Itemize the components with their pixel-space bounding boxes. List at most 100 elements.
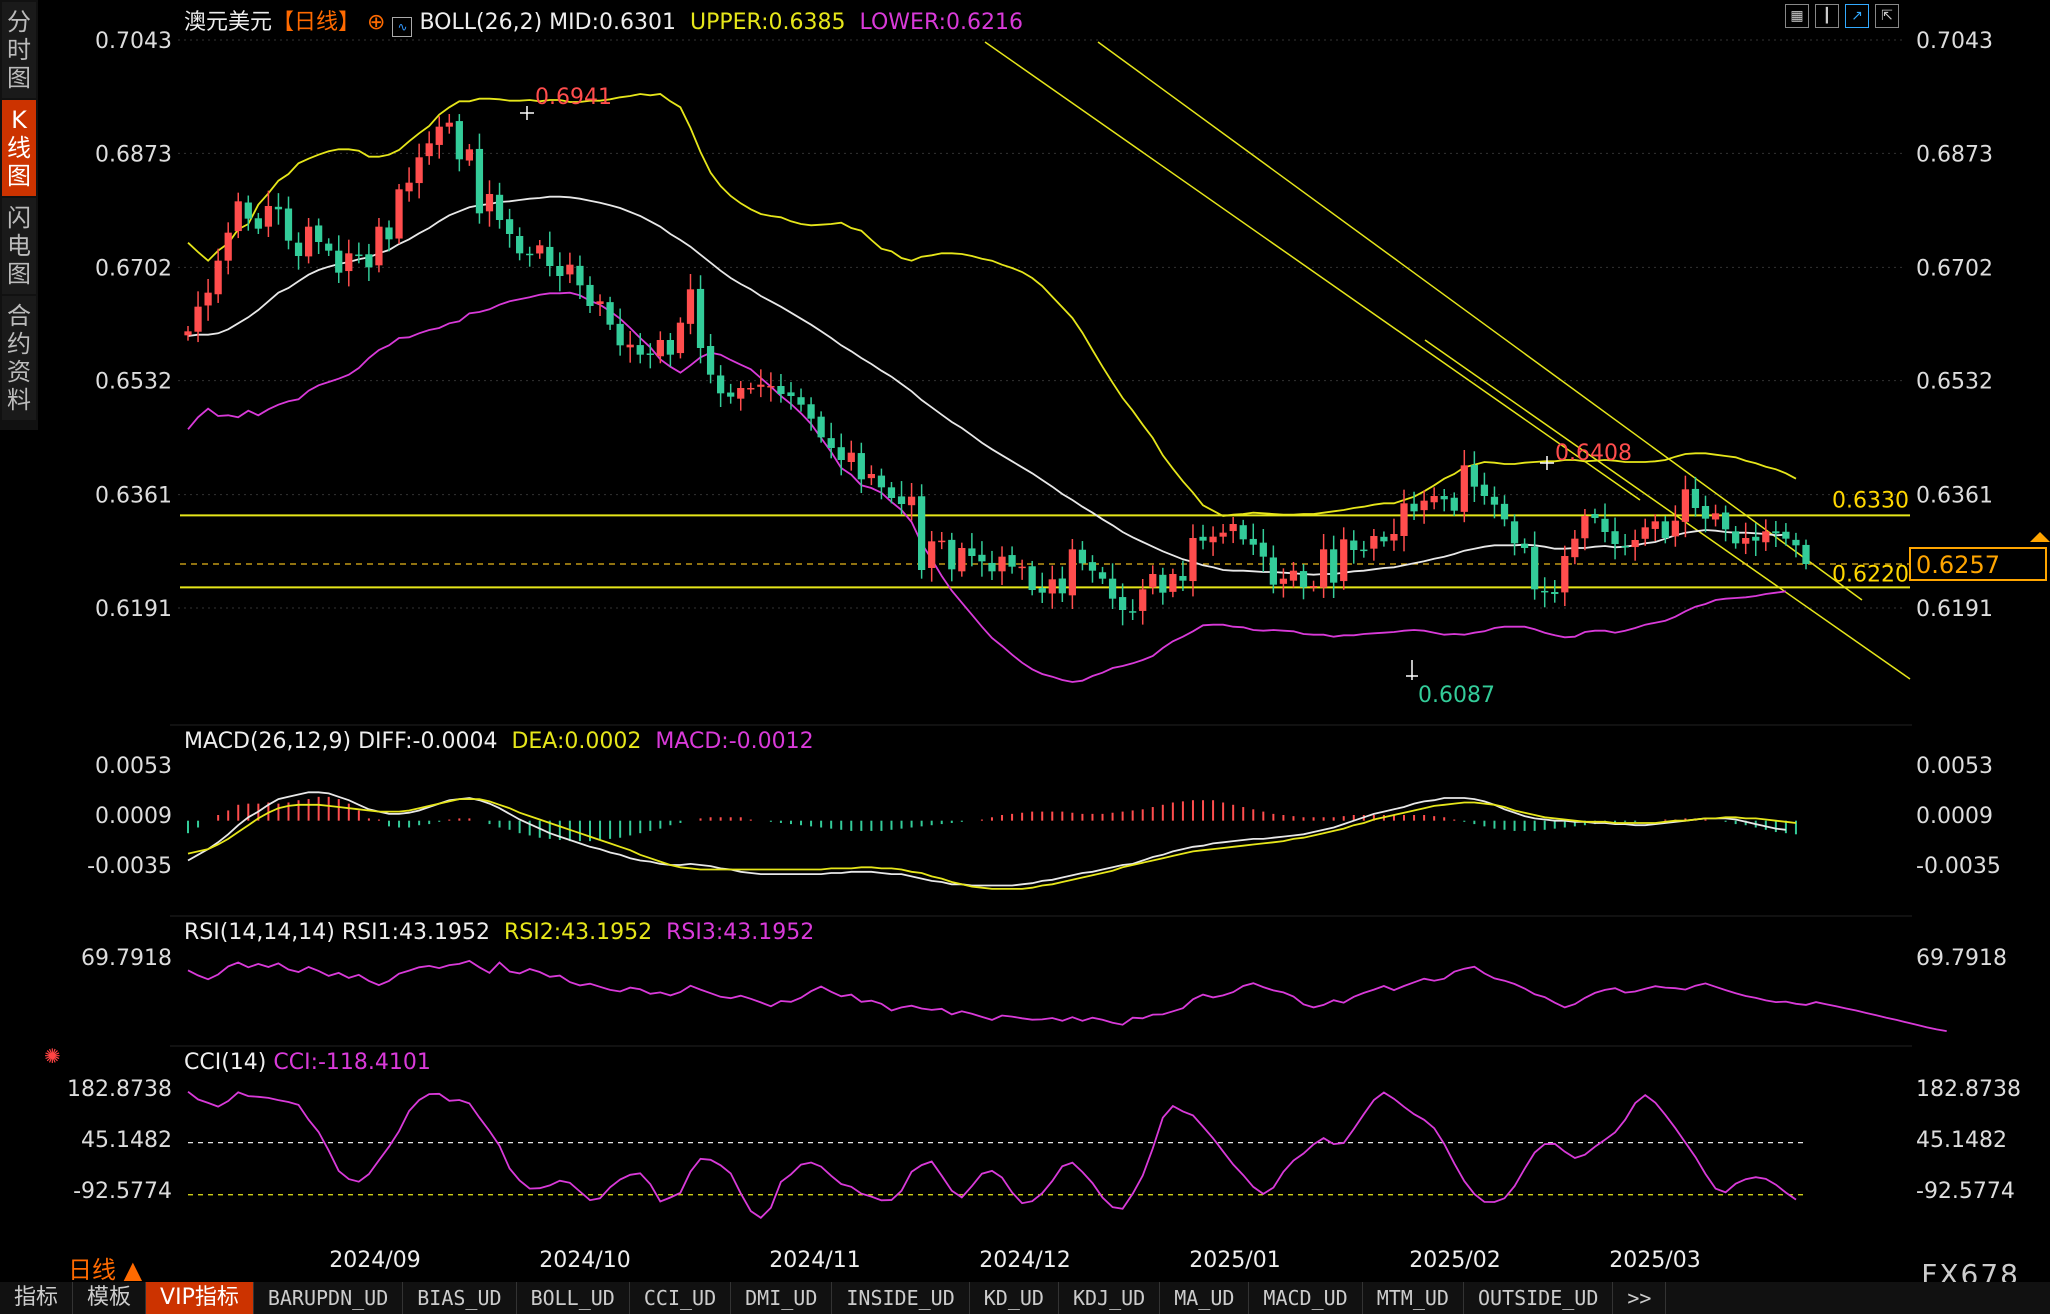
period-selector[interactable]: 日线 ▲ <box>68 1250 142 1285</box>
candle-body <box>1139 589 1147 611</box>
candle-body <box>536 245 544 254</box>
boll-lower-line <box>187 291 1787 683</box>
candle-body <box>978 554 986 562</box>
candle-body <box>485 194 494 212</box>
candle-body <box>1591 514 1599 518</box>
candle-body <box>1299 571 1308 588</box>
tab-more[interactable]: >> <box>1613 1282 1667 1314</box>
candle-body <box>1119 597 1127 610</box>
candle-body <box>546 246 554 266</box>
tab-kd[interactable]: KD_UD <box>970 1282 1059 1314</box>
cci-axis-label-left: 45.1482 <box>81 1128 172 1153</box>
tab-vip-indicators[interactable]: VIP指标 <box>146 1282 254 1314</box>
candle-body <box>1018 566 1026 569</box>
candle-body <box>1149 574 1157 588</box>
candle-body <box>385 227 393 240</box>
cci-axis-label-right: 45.1482 <box>1916 1128 2007 1153</box>
macd-axis-label-right: 0.0053 <box>1916 754 1993 779</box>
candle-body <box>867 474 875 479</box>
tab-templates[interactable]: 模板 <box>73 1282 147 1314</box>
candle-body <box>1782 531 1790 539</box>
price-axis-label-left: 0.6532 <box>95 370 172 395</box>
candle-body <box>887 487 896 498</box>
tab-bias[interactable]: BIAS_UD <box>403 1282 517 1314</box>
rsi-label: RSI(14,14,14) <box>184 920 335 945</box>
candle-body <box>656 340 664 357</box>
tab-mtm[interactable]: MTM_UD <box>1363 1282 1464 1314</box>
candle-body <box>1792 539 1800 546</box>
candle-body <box>817 416 825 438</box>
rsi1-value: RSI1:43.1952 <box>341 920 490 945</box>
candle-body <box>234 201 242 232</box>
candle-body <box>797 397 805 405</box>
candle-body <box>1098 572 1107 579</box>
candle-body <box>1571 538 1579 558</box>
tab-inside[interactable]: INSIDE_UD <box>832 1282 970 1314</box>
candle-body <box>968 548 976 556</box>
candle-body <box>445 122 453 127</box>
macd-diff: DIFF:-0.0004 <box>358 729 498 754</box>
cci-axis-label-left: -92.5774 <box>73 1179 172 1204</box>
candle-body <box>566 264 574 275</box>
candle-body <box>1470 464 1478 487</box>
candle-body <box>1249 538 1257 545</box>
candle-body <box>1289 570 1298 581</box>
candle-icon[interactable]: ┃ <box>1815 4 1839 28</box>
candle-body <box>204 292 212 306</box>
tab-kdj[interactable]: KDJ_UD <box>1059 1282 1161 1314</box>
tab-dmi[interactable]: DMI_UD <box>731 1282 833 1314</box>
rsi2-value: RSI2:43.1952 <box>504 920 653 945</box>
candle-body <box>988 562 996 572</box>
candle-body <box>425 143 433 157</box>
tab-ma[interactable]: MA_UD <box>1160 1282 1250 1314</box>
candle-body <box>1531 546 1539 590</box>
candle-body <box>375 226 383 266</box>
tab-boll[interactable]: BOLL_UD <box>517 1282 630 1314</box>
candle-body <box>505 219 514 234</box>
tab-barupdn[interactable]: BARUPDN_UD <box>254 1282 404 1314</box>
tab-cci[interactable]: CCI_UD <box>630 1282 732 1314</box>
tab-indicators[interactable]: 指标 <box>0 1282 74 1314</box>
candle-body <box>1701 506 1710 519</box>
candle-body <box>214 260 222 295</box>
tab-macd[interactable]: MACD_UD <box>1249 1282 1363 1314</box>
candle-body <box>1450 497 1458 511</box>
period-selector-label: 日线 <box>68 1256 116 1284</box>
candle-body <box>405 182 413 192</box>
candle-body <box>1510 521 1519 544</box>
candle-body <box>1691 488 1700 508</box>
candle-body <box>948 539 956 570</box>
candle-body <box>1259 542 1267 557</box>
candle-body <box>717 375 725 394</box>
candle-body <box>897 496 906 504</box>
line-chart-icon[interactable]: ↗ <box>1845 4 1869 28</box>
candle-body <box>315 225 323 242</box>
main-header: 澳元美元【日线】 ⊕ ∿ BOLL(26,2) MID:0.6301 UPPER… <box>184 4 1023 37</box>
candle-body <box>435 126 443 145</box>
date-axis-label: 2025/01 <box>1189 1248 1280 1273</box>
cci-axis-label-right: 182.8738 <box>1916 1077 2021 1102</box>
expand-icon[interactable]: ⇱ <box>1875 4 1899 28</box>
candle-body <box>928 541 936 568</box>
caret-up-icon: ▲ <box>123 1256 143 1284</box>
macd-axis-label-left: 0.0053 <box>95 754 172 779</box>
tab-outside[interactable]: OUTSIDE_UD <box>1464 1282 1614 1314</box>
macd-axis-label-left: 0.0009 <box>95 804 172 829</box>
high-annotation: 0.6941 <box>535 85 612 110</box>
price-axis-label-right: 0.6702 <box>1916 256 1993 281</box>
rsi-header: RSI(14,14,14) RSI1:43.1952 RSI2:43.1952 … <box>184 920 814 945</box>
date-axis-label: 2024/12 <box>979 1248 1070 1273</box>
candle-body <box>1721 512 1730 530</box>
candle-body <box>224 232 232 261</box>
cci-line <box>187 1090 1797 1219</box>
candle-body <box>556 266 564 276</box>
price-axis-label-left: 0.7043 <box>95 29 172 54</box>
candle-body <box>495 194 504 220</box>
candle-body <box>807 404 815 419</box>
crosshair-icon[interactable]: ⊕ <box>367 10 385 35</box>
settings-sun-icon[interactable]: ✺ <box>44 1044 61 1068</box>
candle-body <box>1179 576 1187 581</box>
candle-body <box>777 386 785 394</box>
grid-icon[interactable]: ▦ <box>1785 4 1809 28</box>
candle-body <box>576 265 584 286</box>
